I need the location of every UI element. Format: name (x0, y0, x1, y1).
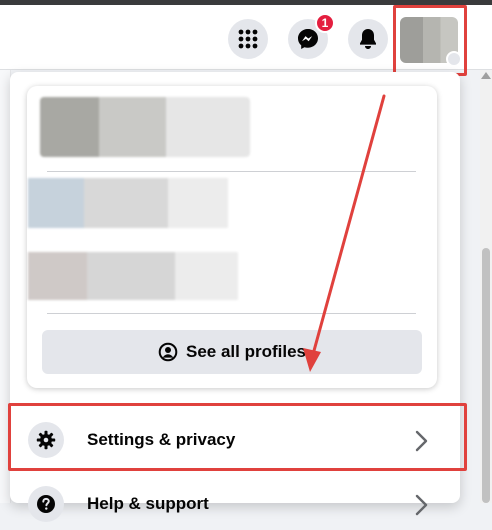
help-support-label: Help & support (87, 494, 209, 513)
current-profile-blurred[interactable] (40, 97, 250, 157)
messenger-notification-badge: 1 (315, 13, 335, 33)
gear-icon (36, 430, 56, 450)
messenger-icon (298, 29, 318, 49)
chevron-right-icon (415, 494, 428, 516)
menu-button[interactable] (228, 19, 268, 59)
messenger-button[interactable]: 1 (288, 13, 335, 59)
top-navigation-bar: 1 (0, 5, 492, 70)
profile-item-blurred-1[interactable] (28, 178, 228, 228)
profile-divider-bottom (47, 313, 416, 314)
profile-circle-icon (158, 342, 178, 362)
profile-item-blurred-2[interactable] (28, 252, 238, 300)
menu-grid-icon (238, 29, 258, 49)
settings-privacy-label: Settings & privacy (87, 430, 236, 449)
scrollbar-up-arrow[interactable] (481, 72, 491, 79)
notifications-button[interactable] (348, 19, 388, 59)
bell-icon (360, 29, 376, 49)
help-icon-wrap (28, 486, 64, 522)
settings-icon-wrap (28, 422, 64, 458)
see-all-profiles-button[interactable]: See all profiles (42, 330, 422, 374)
question-icon (37, 495, 55, 513)
help-support-item[interactable]: Help & support (15, 478, 460, 530)
avatar-chevron[interactable] (446, 51, 462, 67)
settings-privacy-item[interactable]: Settings & privacy (15, 414, 460, 466)
scrollbar-thumb[interactable] (482, 248, 490, 503)
chevron-right-icon (415, 430, 428, 452)
see-all-profiles-label: See all profiles (186, 342, 306, 361)
profile-divider-top (47, 171, 416, 172)
